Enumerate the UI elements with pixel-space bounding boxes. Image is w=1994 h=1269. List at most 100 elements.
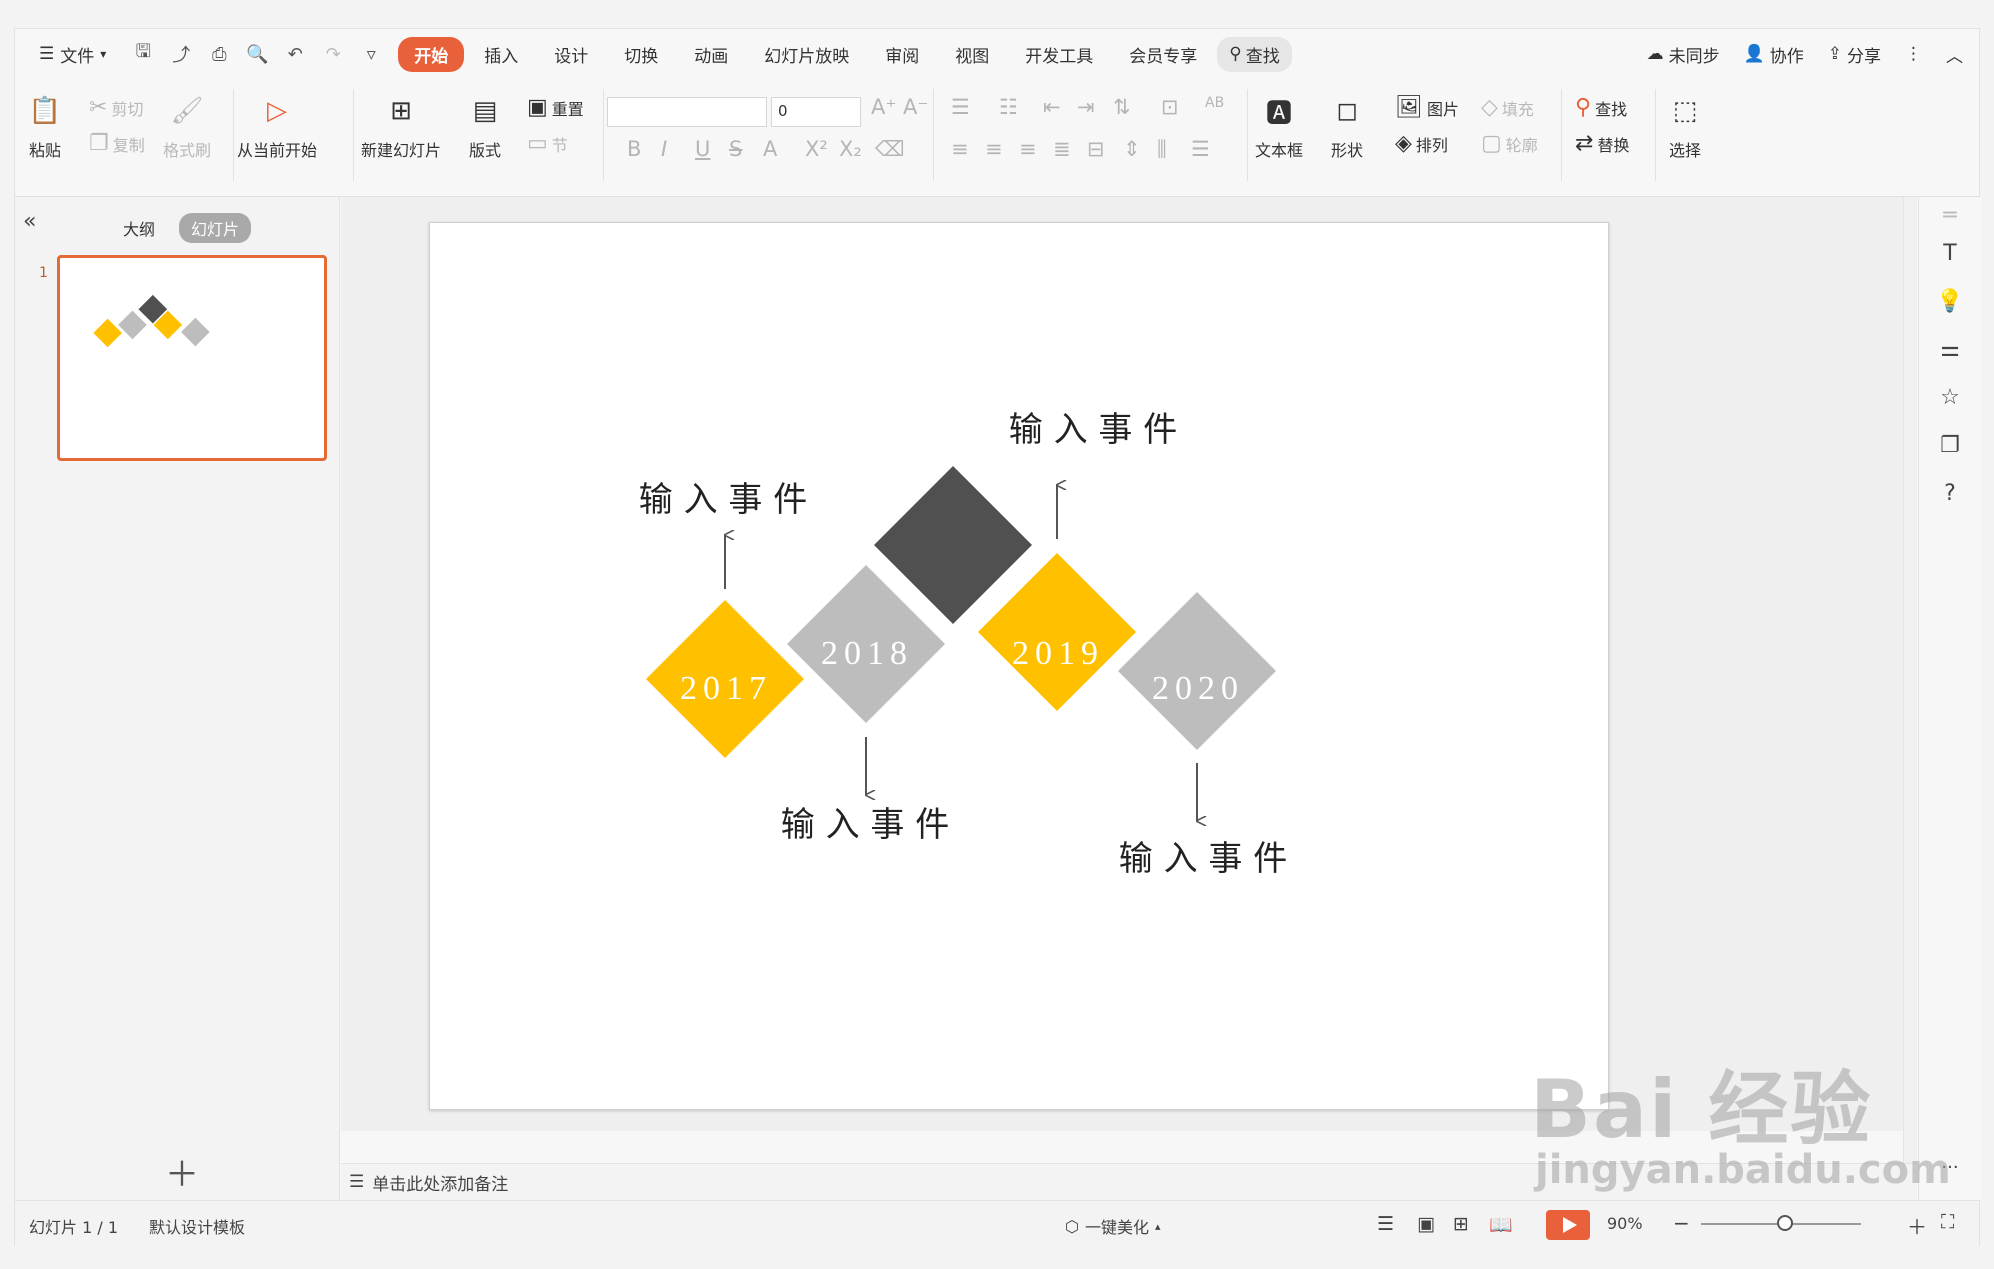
zoom-out-icon[interactable]: − (1673, 1211, 1690, 1235)
layout-button[interactable]: ▤ 版式 (467, 93, 503, 161)
reading-view-icon[interactable]: 📖 (1489, 1213, 1513, 1236)
format-painter-button[interactable]: 🖌 格式刷 (163, 93, 211, 161)
align-left-icon[interactable]: ≡ (951, 137, 969, 161)
clear-format-icon[interactable]: ⌫ (875, 137, 905, 161)
customize-icon[interactable]: ▿ (358, 44, 384, 65)
increase-font-icon[interactable]: A⁺ (871, 95, 896, 119)
increase-indent-icon[interactable]: ⇥ (1077, 95, 1095, 119)
event-label-2020[interactable]: 输 入 事 件 (1119, 839, 1287, 879)
align-right-icon[interactable]: ≡ (1019, 137, 1037, 161)
decrease-font-icon[interactable]: A⁻ (903, 95, 928, 119)
paragraph-icon[interactable]: ☰ (1191, 137, 1210, 161)
font-size-input[interactable]: 0 (771, 97, 861, 127)
subscript-icon[interactable]: X₂ (839, 137, 862, 161)
line-spacing-icon[interactable]: ⇕ (1123, 137, 1141, 161)
slideshow-play-button[interactable] (1546, 1210, 1590, 1240)
print-preview-icon[interactable]: 🔍 (244, 44, 270, 65)
align-text-icon[interactable]: ⊡ (1161, 95, 1179, 119)
tab-member[interactable]: 会员专享 (1113, 37, 1213, 72)
notes-toggle-icon[interactable]: ☰ (1377, 1213, 1394, 1235)
columns-icon[interactable]: ⫼ (1157, 137, 1167, 162)
replace-button[interactable]: ⇄ 替换 (1575, 131, 1629, 156)
copy-button[interactable]: ❐ 复制 (89, 131, 145, 156)
tab-slides[interactable]: 幻灯片 (179, 213, 252, 243)
bullets-icon[interactable]: ☰ (951, 95, 970, 119)
section-button[interactable]: ▭ 节 (527, 131, 568, 156)
zoom-in-icon[interactable]: ＋ (1907, 1211, 1927, 1240)
sync-status[interactable]: ☁ 未同步 (1647, 42, 1720, 67)
lightbulb-icon[interactable]: 💡 (1919, 289, 1981, 314)
decrease-indent-icon[interactable]: ⇤ (1043, 95, 1061, 119)
find-button[interactable]: ⚲ 查找 (1575, 95, 1627, 120)
font-color-icon[interactable]: A (763, 137, 777, 161)
slide-canvas[interactable]: 2017 2018 2019 2020 输 入 事 件 输 入 事 件 输 入 … (429, 222, 1609, 1110)
normal-view-icon[interactable]: ▣ (1417, 1213, 1435, 1235)
textbox-button[interactable]: 🅰 文本框 (1255, 93, 1303, 161)
picture-button[interactable]: 🖼 图片 (1395, 95, 1459, 120)
cut-button[interactable]: ✂ 剪切 (89, 95, 143, 120)
tab-home[interactable]: 开始 (398, 36, 465, 72)
arrange-button[interactable]: ◈ 排列 (1395, 131, 1448, 156)
year-2017: 2017 (680, 670, 772, 707)
slides-icon[interactable]: ❐ (1919, 433, 1981, 458)
add-slide-button[interactable]: ＋ (165, 1147, 199, 1196)
diamond-2019[interactable] (978, 553, 1136, 711)
slide-thumbnail[interactable] (57, 255, 327, 461)
tab-design[interactable]: 设计 (538, 37, 604, 72)
tab-outline[interactable]: 大纲 (111, 213, 167, 243)
collapse-ribbon-button[interactable]: ︿ (1946, 42, 1963, 67)
char-spacing-icon[interactable]: AB (1205, 95, 1224, 111)
font-name-input[interactable] (607, 97, 767, 127)
bold-icon[interactable]: B (627, 137, 641, 161)
fill-button[interactable]: ◇ 填充 (1481, 95, 1534, 120)
tab-animation[interactable]: 动画 (678, 37, 744, 72)
search-button[interactable]: ⚲ 查找 (1217, 36, 1292, 72)
redo-icon[interactable]: ↷ (320, 44, 346, 65)
justify-icon[interactable]: ≣ (1053, 137, 1071, 161)
text-style-icon[interactable]: T (1919, 241, 1981, 266)
collab-button[interactable]: 👤 协作 (1744, 42, 1804, 67)
play-from-current-button[interactable]: ▷ 从当前开始 (237, 93, 317, 161)
save-icon[interactable]: 🖫 (130, 39, 156, 69)
event-label-2019[interactable]: 输 入 事 件 (1009, 410, 1177, 450)
numbering-icon[interactable]: ☷ (999, 95, 1018, 119)
print-icon[interactable]: ⎙ (206, 44, 232, 65)
shape-button[interactable]: ◻ 形状 (1329, 93, 1365, 161)
underline-icon[interactable]: U (695, 137, 710, 161)
tab-slideshow[interactable]: 幻灯片放映 (748, 37, 865, 72)
share-button[interactable]: ⇪ 分享 (1828, 42, 1881, 67)
zoom-slider-knob[interactable] (1777, 1215, 1793, 1231)
align-center-icon[interactable]: ≡ (985, 137, 1003, 161)
template-name[interactable]: 默认设计模板 (149, 1214, 245, 1238)
outline-button[interactable]: ▢ 轮廓 (1481, 131, 1538, 156)
zoom-level[interactable]: 90% (1607, 1214, 1643, 1233)
select-button[interactable]: ⬚ 选择 (1667, 93, 1703, 161)
distribute-icon[interactable]: ⊟ (1087, 137, 1105, 161)
tab-transition[interactable]: 切换 (608, 37, 674, 72)
star-icon[interactable]: ☆ (1919, 385, 1981, 410)
reset-button[interactable]: ▣ 重置 (527, 95, 584, 120)
beautify-button[interactable]: ⬡ 一键美化 ▴ (1065, 1214, 1161, 1238)
tab-developer[interactable]: 开发工具 (1009, 37, 1109, 72)
tab-view[interactable]: 视图 (939, 37, 1005, 72)
new-slide-button[interactable]: ⊞ 新建幻灯片 (361, 93, 441, 161)
text-direction-icon[interactable]: ⇅ (1113, 95, 1131, 119)
event-label-2017[interactable]: 输 入 事 件 (639, 480, 807, 520)
save-as-icon[interactable]: ⤴ (168, 41, 194, 67)
collapse-panel-icon[interactable]: « (23, 209, 36, 234)
undo-icon[interactable]: ↶ (282, 44, 308, 65)
vertical-scrollbar[interactable] (1903, 197, 1917, 1163)
help-icon[interactable]: ? (1919, 481, 1981, 506)
paste-button[interactable]: 📋 粘贴 (27, 93, 63, 161)
fit-window-icon[interactable]: ⛶ (1941, 1211, 1954, 1233)
superscript-icon[interactable]: X² (805, 137, 828, 161)
more-menu-button[interactable]: ⋮ (1905, 44, 1922, 64)
grid-view-icon[interactable]: ⊞ (1453, 1213, 1469, 1235)
italic-icon[interactable]: I (661, 137, 667, 161)
tab-insert[interactable]: 插入 (468, 37, 534, 72)
properties-icon[interactable]: ⚌ (1919, 337, 1981, 362)
file-menu[interactable]: ☰ 文件 ▾ (33, 37, 112, 71)
strikethrough-icon[interactable]: S (729, 137, 742, 161)
event-label-2018[interactable]: 输 入 事 件 (781, 805, 949, 845)
tab-review[interactable]: 审阅 (869, 37, 935, 72)
